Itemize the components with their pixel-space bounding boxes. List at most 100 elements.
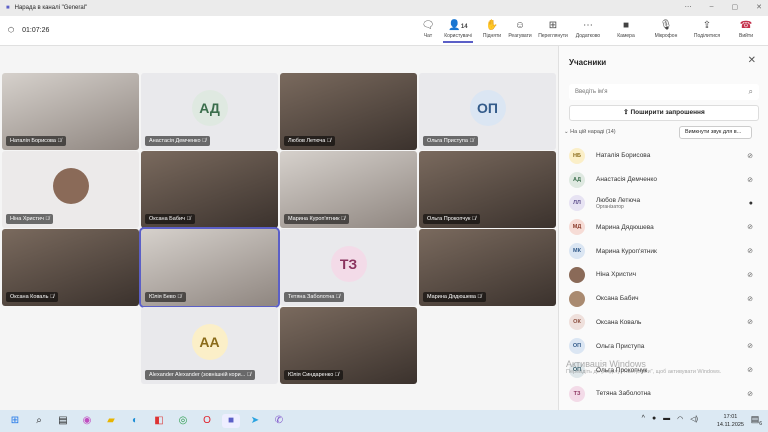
share-invite-button[interactable]: ⇪ Поширити запрошення: [569, 105, 759, 121]
viber-icon[interactable]: ✆: [270, 414, 288, 428]
toolbar-label: Чат: [424, 33, 432, 39]
search-icon[interactable]: ⌕: [30, 414, 48, 428]
participant-name: Анастасія Демченко: [149, 138, 201, 144]
app-icon[interactable]: ◧: [150, 414, 168, 428]
avatar: ОП: [569, 338, 585, 354]
participant-name: Тетяна Заболотна: [596, 390, 651, 397]
video-tile[interactable]: Оксана Бабич 🎙̸: [141, 151, 278, 228]
toolbar-emoji-button[interactable]: ☺Реагувати: [506, 19, 534, 39]
edge-icon[interactable]: ◐: [126, 414, 144, 428]
more-icon[interactable]: ⋯: [685, 3, 692, 11]
close-panel-icon[interactable]: ✕: [748, 55, 756, 66]
participant-list-item[interactable]: НБНаталія Борисова⊘: [569, 144, 761, 168]
participant-list-item[interactable]: ОКОксана Коваль⊘: [569, 311, 761, 335]
video-tile[interactable]: ОПОльга Приступа 🎙̸: [419, 73, 556, 150]
teams-icon[interactable]: ■: [222, 414, 240, 428]
mic-off-icon[interactable]: ⊘: [747, 271, 753, 279]
video-tile[interactable]: Оксана Коваль 🎙̸: [2, 229, 139, 306]
participant-name: Наталія Борисова: [596, 152, 650, 159]
mic-off-icon[interactable]: ⊘: [747, 390, 753, 398]
toolbar-people-button[interactable]: 👤14Користувачі: [444, 19, 472, 39]
mic-off-icon[interactable]: ⊘: [747, 342, 753, 350]
participant-list-item[interactable]: ОПОльга Приступа⊘: [569, 334, 761, 358]
panel-title: Учасники: [569, 58, 606, 67]
video-tile[interactable]: Марина Дядюшева 🎙̸: [419, 229, 556, 306]
video-tile[interactable]: Ольга Прокопчук 🎙̸: [419, 151, 556, 228]
participant-name: Юлія Бево: [149, 294, 176, 300]
avatar: МД: [569, 219, 585, 235]
mic-off-icon[interactable]: ⊘: [747, 295, 753, 303]
toolbar-share-button[interactable]: ⇪Поділитися: [693, 19, 721, 39]
participant-list-item[interactable]: МДМарина Дядюшева⊘: [569, 215, 761, 239]
mic-off-icon: 🎙̸: [176, 294, 182, 300]
mic-off-icon: 🎙̸: [245, 372, 251, 378]
participant-list-item[interactable]: МКМарина Куроп'ятник⊘: [569, 239, 761, 263]
video-tile[interactable]: Юлія Бево 🎙̸: [141, 229, 278, 306]
toolbar-label: Підняти: [483, 33, 501, 39]
participant-list-item[interactable]: ТЗТетяна Заболотна⊘: [569, 382, 761, 406]
participant-name: Анастасія Демченко: [596, 176, 657, 183]
toolbar-more-button[interactable]: ⋯Додатково: [574, 19, 602, 39]
video-tile[interactable]: ААAlexander Alexander (зовнішній кори...…: [141, 307, 278, 384]
participant-list-item[interactable]: АД Анастасія Демченко ⊘: [569, 168, 761, 192]
restore-button[interactable]: ▢: [732, 3, 739, 11]
chevron-up-icon[interactable]: ^: [642, 415, 645, 423]
share-icon: ⇪: [703, 19, 711, 33]
toolbar-grid-button[interactable]: ⊞Переглянути: [539, 19, 567, 39]
participant-name-label: Alexander Alexander (зовнішній кори... 🎙…: [145, 370, 255, 380]
start-icon[interactable]: ⊞: [6, 414, 24, 428]
toolbar-hand-button[interactable]: ✋Підняти: [478, 19, 506, 39]
avatar: МК: [569, 243, 585, 259]
widgets-icon[interactable]: ▤: [54, 414, 72, 428]
more-icon: ⋯: [583, 19, 593, 33]
clock-time: 17:01: [717, 413, 744, 421]
minimize-button[interactable]: –: [710, 3, 714, 11]
avatar: АД: [569, 172, 585, 188]
participant-list-item[interactable]: Оксана Бабич⊘: [569, 287, 761, 311]
participant-list-item[interactable]: ЛЛЛюбов ЛетючаОрганізатор●: [569, 192, 761, 216]
copilot-icon[interactable]: ◉: [78, 414, 96, 428]
telegram-icon[interactable]: ➤: [246, 414, 264, 428]
battery-icon: ▬: [663, 415, 670, 423]
video-tile[interactable]: Ніна Христич 🎙̸: [2, 151, 139, 228]
participant-name: Юлія Синдаренко: [288, 372, 333, 378]
notification-icon[interactable]: ▤6: [751, 414, 762, 427]
chrome-icon[interactable]: ◎: [174, 414, 192, 428]
mic-off-icon[interactable]: ⊘: [747, 152, 753, 160]
wifi-icon: ◠: [677, 415, 683, 423]
meeting-timer: 01:07:26: [22, 27, 49, 34]
video-tile[interactable]: ТЗТетяна Заболотна 🎙̸: [280, 229, 417, 306]
camera-icon: ■: [623, 19, 629, 33]
toolbar-mic-button[interactable]: 🎙Мікрофон: [652, 19, 680, 39]
participant-list-item[interactable]: Ніна Христич⊘: [569, 263, 761, 287]
section-toggle[interactable]: ⌄ На цій нараді (14): [564, 129, 616, 135]
mic-off-icon[interactable]: ⊘: [747, 247, 753, 255]
opera-icon[interactable]: O: [198, 414, 216, 428]
participant-name: Оксана Коваль: [10, 294, 48, 300]
video-tile[interactable]: Наталія Борисова 🎙̸: [2, 73, 139, 150]
close-button[interactable]: ✕: [756, 3, 762, 11]
participant-name-label: Наталія Борисова 🎙̸: [6, 136, 66, 146]
mic-off-icon[interactable]: ⊘: [747, 176, 753, 184]
mic-off-icon[interactable]: ⊘: [747, 318, 753, 326]
search-input[interactable]: Введіть ім'я⌕: [569, 84, 759, 100]
mic-off-icon: 🎙̸: [325, 138, 331, 144]
people-icon: 👤14: [448, 19, 467, 33]
clock[interactable]: 17:0114.11.2025: [717, 413, 744, 429]
toolbar-chat-button[interactable]: 🗨Чат: [414, 19, 442, 39]
video-tile[interactable]: Любов Летюча 🎙̸: [280, 73, 417, 150]
participant-name: Оксана Бабич: [149, 216, 185, 222]
search-icon: ⌕: [749, 87, 753, 97]
toolbar-hangup-button[interactable]: ☎Вийти: [732, 19, 760, 39]
system-tray[interactable]: ^●▬◠◁): [642, 415, 698, 423]
explorer-icon[interactable]: ▰: [102, 414, 120, 428]
mic-off-icon[interactable]: ⊘: [747, 223, 753, 231]
mute-all-button[interactable]: Вимкнути звук для в...: [679, 126, 752, 139]
video-tile[interactable]: Юлія Синдаренко 🎙̸: [280, 307, 417, 384]
toolbar-camera-button[interactable]: ■Камера: [612, 19, 640, 39]
video-tile[interactable]: АДАнастасія Демченко 🎙̸: [141, 73, 278, 150]
watermark-title: Активація Windows: [566, 359, 646, 369]
participant-name-label: Юлія Синдаренко 🎙̸: [284, 370, 343, 380]
video-tile[interactable]: Марина Куроп'ятник 🎙̸: [280, 151, 417, 228]
mic-on-icon[interactable]: ●: [749, 200, 753, 207]
